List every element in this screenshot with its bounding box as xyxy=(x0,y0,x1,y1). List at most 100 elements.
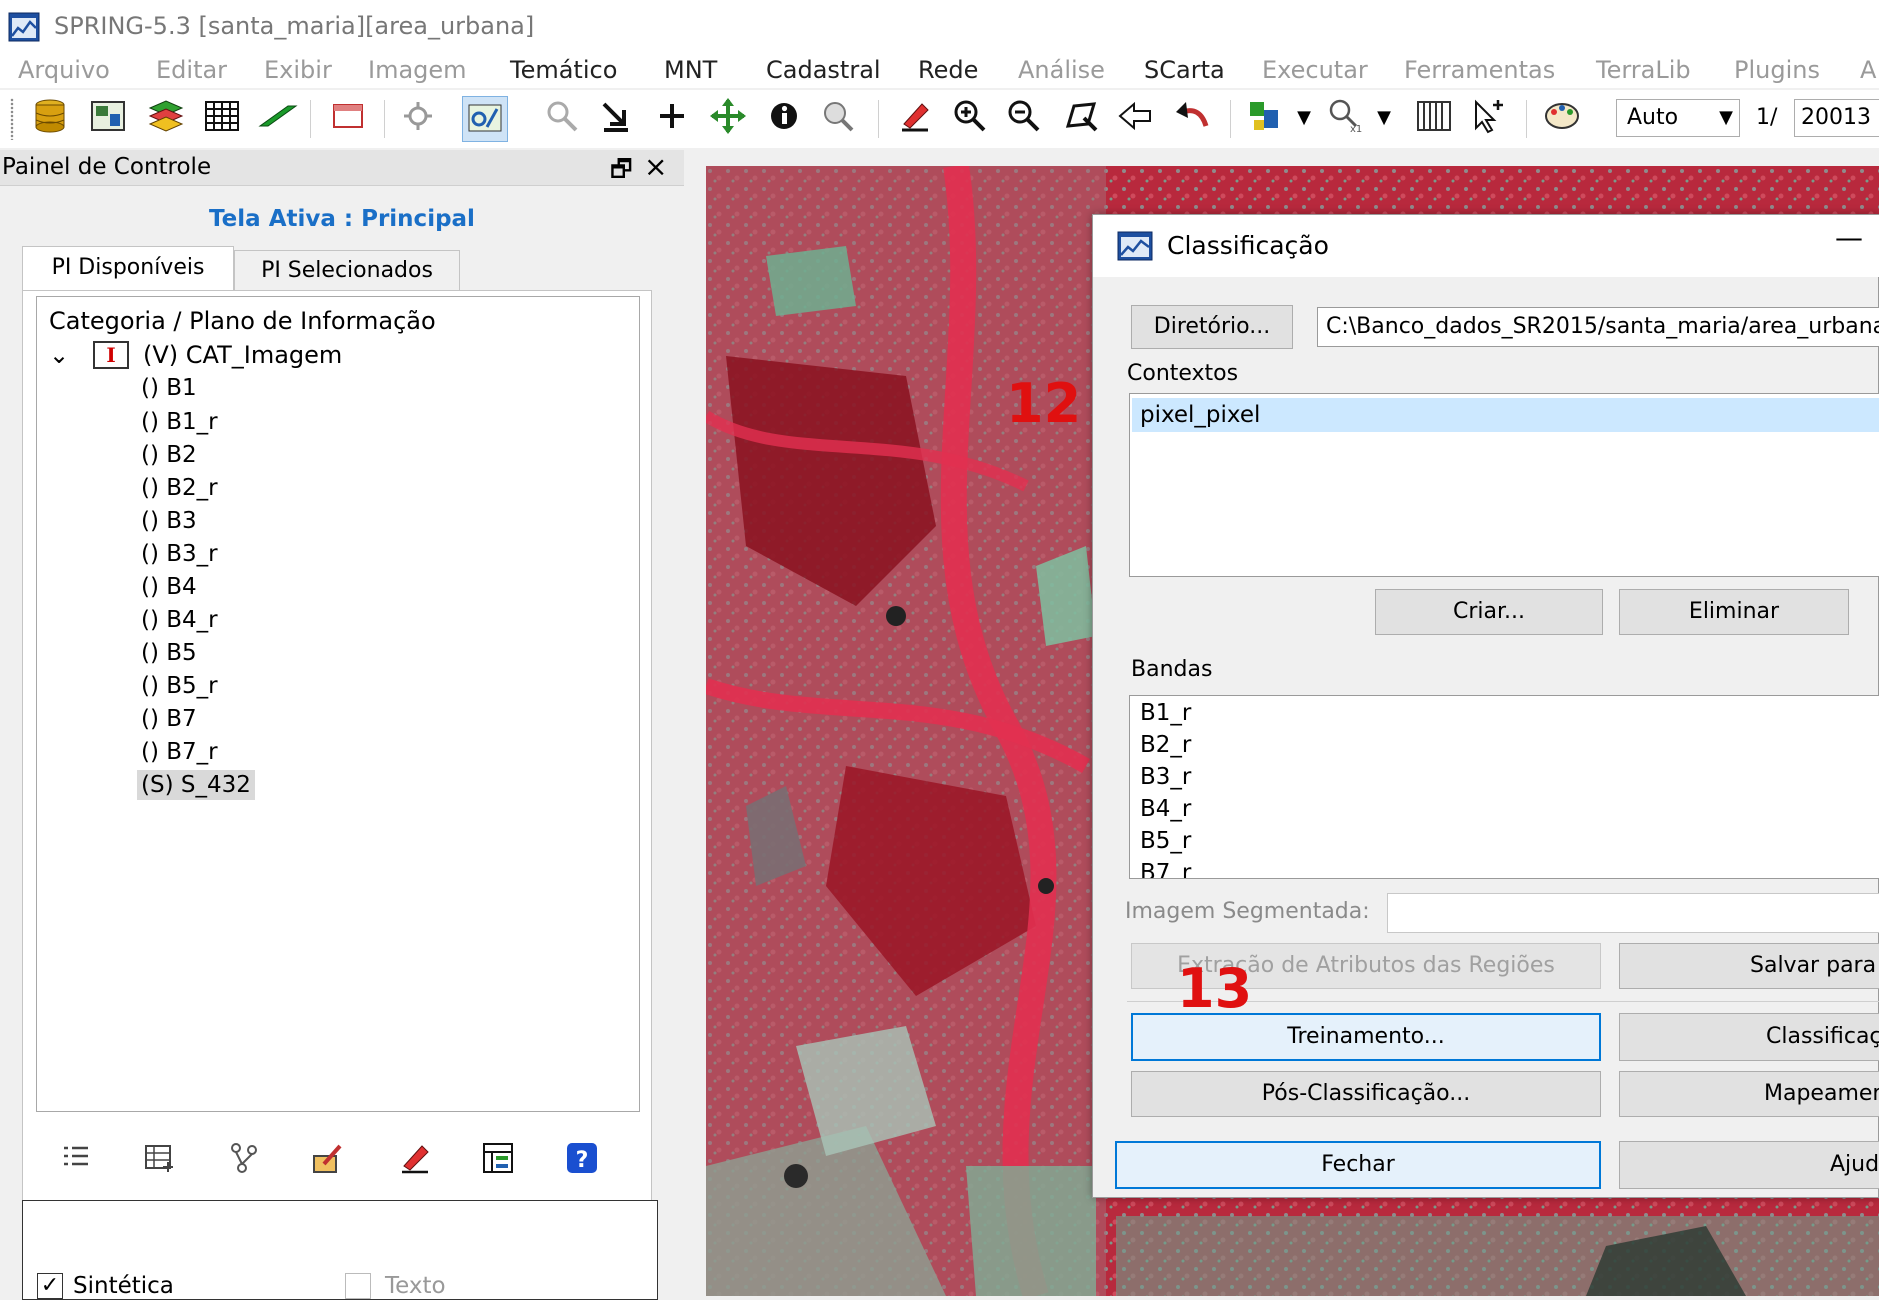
undo-icon[interactable] xyxy=(1170,96,1214,140)
menu-terralib[interactable]: TerraLib xyxy=(1596,52,1691,88)
menu-tematico[interactable]: Temático xyxy=(510,52,617,88)
help-icon[interactable]: ? xyxy=(560,1140,604,1184)
float-panel-icon[interactable]: 🗗 xyxy=(610,152,633,193)
table-icon[interactable] xyxy=(138,1140,182,1184)
context-item-pixel-pixel[interactable]: pixel_pixel xyxy=(1132,398,1879,432)
arrow-down-right-icon[interactable] xyxy=(594,96,638,140)
tab-pi-selecionados[interactable]: PI Selecionados xyxy=(234,250,460,290)
edit-properties-icon[interactable] xyxy=(306,1140,350,1184)
menu-executar[interactable]: Executar xyxy=(1262,52,1368,88)
delete-button[interactable]: Eliminar xyxy=(1619,589,1849,635)
directory-path-field[interactable]: C:\Banco_dados_SR2015/santa_maria/area_u… xyxy=(1317,307,1879,347)
menu-plugins[interactable]: Plugins xyxy=(1734,52,1820,88)
cursor-dropdown-chevron-icon[interactable]: ▼ xyxy=(1292,96,1316,140)
save-to-button[interactable]: Salvar para xyxy=(1619,943,1879,989)
menu-imagem[interactable]: Imagem xyxy=(368,52,467,88)
tree-category-cat-imagem[interactable]: (V) CAT_Imagem xyxy=(143,341,342,369)
cursor-link-icon[interactable] xyxy=(1244,96,1288,140)
scale-input[interactable]: 20013 xyxy=(1794,99,1879,137)
scale-dropdown-chevron-icon[interactable]: ▼ xyxy=(1372,96,1396,140)
information-plan-tree[interactable]: Categoria / Plano de Informação ⌄ I (V) … xyxy=(36,296,640,1112)
zoom-area-icon[interactable] xyxy=(1058,96,1102,140)
plus-icon[interactable] xyxy=(650,96,694,140)
close-button[interactable]: Fechar xyxy=(1115,1141,1601,1189)
training-button[interactable]: Treinamento... xyxy=(1131,1013,1601,1061)
info-icon[interactable] xyxy=(762,96,806,140)
palette-icon[interactable] xyxy=(1540,96,1584,140)
tools-icon[interactable] xyxy=(396,96,440,140)
tree-item-b4-r[interactable]: () B4_r xyxy=(137,605,222,635)
mapping-button[interactable]: Mapeamento xyxy=(1619,1071,1879,1117)
help-button[interactable]: Ajuda xyxy=(1619,1141,1879,1189)
tree-item-s-432[interactable]: (S) S_432 xyxy=(137,770,255,800)
ruler-icon[interactable] xyxy=(1412,96,1456,140)
tree-item-b3[interactable]: () B3 xyxy=(137,506,201,536)
draw-mode-icon[interactable] xyxy=(462,96,508,142)
toolbar-grip[interactable] xyxy=(10,98,14,140)
grid-icon[interactable] xyxy=(200,96,244,140)
post-classification-button[interactable]: Pós-Classificação... xyxy=(1131,1071,1601,1117)
tree-item-b7-r[interactable]: () B7_r xyxy=(137,737,222,767)
previous-view-icon[interactable] xyxy=(1114,96,1158,140)
menu-scarta[interactable]: SCarta xyxy=(1144,52,1225,88)
contexts-list[interactable]: pixel_pixel xyxy=(1129,393,1879,577)
menu-overflow[interactable]: A xyxy=(1860,52,1876,88)
window-icon[interactable] xyxy=(326,96,370,140)
synthetic-label: Sintética xyxy=(73,1273,174,1299)
menu-mnt[interactable]: MNT xyxy=(664,52,717,88)
menu-ferramentas[interactable]: Ferramentas xyxy=(1404,52,1555,88)
layers-icon[interactable] xyxy=(144,96,188,140)
tree-item-b1[interactable]: () B1 xyxy=(137,373,201,403)
menu-rede[interactable]: Rede xyxy=(918,52,978,88)
zoom-mode-select[interactable]: Auto ▼ xyxy=(1616,99,1740,137)
database-icon[interactable] xyxy=(28,96,72,140)
list-icon[interactable] xyxy=(54,1140,98,1184)
menu-analise[interactable]: Análise xyxy=(1018,52,1105,88)
cursor-plus-icon[interactable] xyxy=(1466,96,1510,140)
tree-item-b7[interactable]: () B7 xyxy=(137,704,201,734)
eraser-icon[interactable] xyxy=(892,96,936,140)
pencil-icon[interactable] xyxy=(392,1140,436,1184)
band-item-b7-r[interactable]: B7_r xyxy=(1140,860,1191,878)
chevron-down-icon: ▼ xyxy=(1719,107,1733,128)
classification-button[interactable]: Classificação xyxy=(1619,1013,1879,1061)
magnifier-icon[interactable] xyxy=(540,96,584,140)
close-panel-icon[interactable]: × xyxy=(644,150,667,183)
band-item-b5-r[interactable]: B5_r xyxy=(1140,828,1191,854)
tab-pi-disponiveis[interactable]: PI Disponíveis xyxy=(22,246,234,290)
tree-item-b1-r[interactable]: () B1_r xyxy=(137,407,222,437)
query-icon[interactable] xyxy=(816,96,860,140)
scale-prefix-label: 1/ xyxy=(1756,105,1778,130)
tree-item-b2[interactable]: () B2 xyxy=(137,440,201,470)
tree-item-b4[interactable]: () B4 xyxy=(137,572,201,602)
band-item-b4-r[interactable]: B4_r xyxy=(1140,796,1191,822)
pan-icon[interactable] xyxy=(706,96,750,140)
menu-editar[interactable]: Editar xyxy=(156,52,227,88)
text-checkbox[interactable] xyxy=(345,1273,371,1299)
plane-icon[interactable] xyxy=(256,96,300,140)
bands-list[interactable]: B1_r B2_r B3_r B4_r B5_r B7_r xyxy=(1129,695,1879,879)
tree-structure-icon[interactable] xyxy=(222,1140,266,1184)
synthetic-checkbox[interactable]: ✓ xyxy=(37,1273,63,1299)
minimize-icon[interactable]: — xyxy=(1835,221,1863,254)
band-item-b2-r[interactable]: B2_r xyxy=(1140,732,1191,758)
tree-item-b3-r[interactable]: () B3_r xyxy=(137,539,222,569)
scale-icon[interactable]: x1 xyxy=(1324,96,1368,140)
tree-item-b2-r[interactable]: () B2_r xyxy=(137,473,222,503)
directory-button[interactable]: Diretório... xyxy=(1131,305,1293,349)
project-icon[interactable] xyxy=(86,96,130,140)
band-item-b3-r[interactable]: B3_r xyxy=(1140,764,1191,790)
zoom-out-icon[interactable] xyxy=(1002,96,1046,140)
menu-cadastral[interactable]: Cadastral xyxy=(766,52,881,88)
create-button[interactable]: Criar... xyxy=(1375,589,1603,635)
band-item-b1-r[interactable]: B1_r xyxy=(1140,700,1191,726)
tree-item-b5[interactable]: () B5 xyxy=(137,638,201,668)
toolbar-separator xyxy=(310,100,311,138)
expand-chevron-icon[interactable]: ⌄ xyxy=(49,341,69,369)
segmented-image-field[interactable] xyxy=(1387,893,1879,933)
zoom-in-icon[interactable] xyxy=(948,96,992,140)
menu-arquivo[interactable]: Arquivo xyxy=(18,52,110,88)
legend-icon[interactable] xyxy=(476,1140,520,1184)
menu-exibir[interactable]: Exibir xyxy=(264,52,332,88)
tree-item-b5-r[interactable]: () B5_r xyxy=(137,671,222,701)
